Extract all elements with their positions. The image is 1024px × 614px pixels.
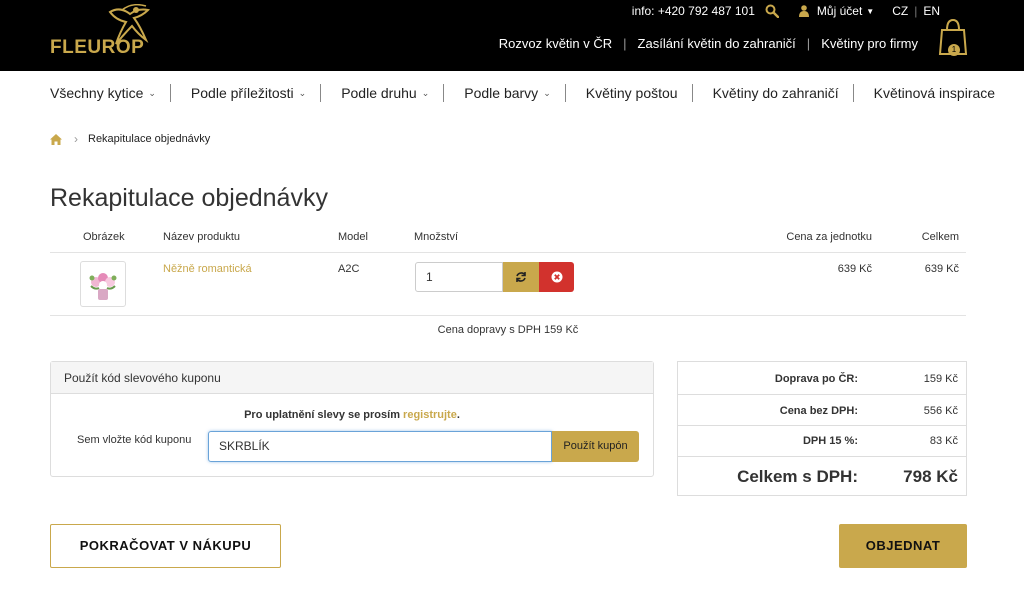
fleurop-logo[interactable]: FLEUROP bbox=[50, 4, 160, 60]
chevron-down-icon: ⌄ bbox=[298, 87, 307, 98]
language-switch: CZ | EN bbox=[892, 4, 940, 18]
nav-divider bbox=[691, 84, 693, 102]
nav-divider bbox=[443, 84, 445, 102]
lang-cz[interactable]: CZ bbox=[892, 4, 908, 18]
continue-shopping-button[interactable]: POKRAČOVAT V NÁKUPU bbox=[50, 524, 281, 568]
nav-label: Květiny poštou bbox=[585, 85, 678, 101]
nav-label: Všechny kytice bbox=[50, 85, 144, 101]
grand-total-label: Celkem s DPH: bbox=[737, 467, 858, 486]
contact-info: info: +420 792 487 101 bbox=[632, 4, 755, 18]
lang-en[interactable]: EN bbox=[923, 4, 940, 18]
search-icon[interactable] bbox=[765, 4, 779, 18]
vat-value: 83 Kč bbox=[929, 435, 958, 447]
nav-by-color[interactable]: Podle barvy ⌄ bbox=[464, 85, 550, 101]
nav-divider bbox=[564, 84, 566, 102]
totals-row-shipping: Doprava po ČR: 159 Kč bbox=[678, 362, 966, 395]
refresh-icon bbox=[516, 272, 526, 282]
home-icon[interactable] bbox=[50, 133, 62, 145]
caret-down-icon: ▼ bbox=[866, 6, 875, 16]
cart-count-badge: 1 bbox=[948, 44, 960, 56]
top-link-abroad[interactable]: Zasílání květin do zahraničí bbox=[638, 36, 796, 51]
lang-divider: | bbox=[914, 4, 918, 18]
top-links: Rozvoz květin v ČR | Zasílání květin do … bbox=[499, 36, 918, 51]
coupon-message-text: Pro uplatnění slevy se prosím bbox=[244, 409, 404, 421]
nav-by-occasion[interactable]: Podle příležitosti ⌄ bbox=[191, 85, 306, 101]
top-link-delivery-cz[interactable]: Rozvoz květin v ČR bbox=[499, 36, 612, 51]
bouquet-image bbox=[89, 273, 117, 300]
nav-label: Podle barvy bbox=[464, 85, 539, 101]
top-link-divider: | bbox=[806, 36, 811, 51]
product-thumbnail[interactable] bbox=[80, 261, 126, 307]
product-model: A2C bbox=[338, 263, 360, 275]
col-image: Obrázek bbox=[83, 231, 125, 243]
nav-flowers-abroad[interactable]: Květiny do zahraničí bbox=[713, 85, 839, 101]
nav-label: Květinová inspirace bbox=[873, 85, 996, 101]
unit-price: 639 Kč bbox=[837, 263, 872, 275]
phone-number[interactable]: +420 792 487 101 bbox=[658, 4, 755, 18]
chevron-down-icon: ⌄ bbox=[421, 87, 430, 98]
cart-table-header: Obrázek Název produktu Model Množství Ce… bbox=[50, 231, 966, 253]
account-menu[interactable]: Můj účet ▼ bbox=[798, 4, 875, 18]
apply-coupon-button[interactable]: Použít kupón bbox=[552, 431, 639, 462]
logo-text: FLEUROP bbox=[50, 37, 145, 58]
account-label: Můj účet bbox=[816, 4, 863, 18]
col-unit-price: Cena za jednotku bbox=[786, 231, 872, 243]
vat-label: DPH 15 %: bbox=[802, 435, 858, 447]
col-total: Celkem bbox=[921, 231, 959, 243]
top-link-companies[interactable]: Květiny pro firmy bbox=[821, 36, 918, 51]
update-quantity-button[interactable] bbox=[503, 262, 539, 292]
order-totals: Doprava po ČR: 159 Kč Cena bez DPH: 556 … bbox=[677, 361, 967, 496]
chevron-down-icon: ⌄ bbox=[148, 87, 156, 98]
breadcrumb-current: Rekapitulace objednávky bbox=[88, 133, 211, 145]
nav-divider bbox=[320, 84, 322, 102]
breadcrumb: › Rekapitulace objednávky bbox=[50, 132, 210, 146]
info-label: info: bbox=[631, 4, 655, 18]
remove-item-button[interactable] bbox=[539, 262, 574, 292]
col-model: Model bbox=[338, 231, 368, 243]
nav-label: Podle druhu bbox=[341, 85, 417, 101]
coupon-panel-title: Použít kód slevového kuponu bbox=[51, 362, 653, 394]
nav-label: Květiny do zahraničí bbox=[712, 85, 839, 101]
cart-button[interactable]: 1 bbox=[938, 18, 968, 58]
totals-row-net: Cena bez DPH: 556 Kč bbox=[678, 395, 966, 426]
product-name-link[interactable]: Něžně romantická bbox=[163, 263, 252, 275]
net-label: Cena bez DPH: bbox=[779, 405, 858, 417]
coupon-message: Pro uplatnění slevy se prosím registrujt… bbox=[51, 409, 653, 421]
nav-by-type[interactable]: Podle druhu ⌄ bbox=[341, 85, 429, 101]
totals-row-vat: DPH 15 %: 83 Kč bbox=[678, 426, 966, 457]
shipping-value: 159 Kč bbox=[923, 373, 958, 385]
coupon-code-input[interactable]: SKRBLÍK bbox=[208, 431, 552, 462]
nav-divider bbox=[169, 84, 171, 102]
coupon-message-end: . bbox=[456, 409, 460, 421]
col-name: Název produktu bbox=[163, 231, 241, 243]
place-order-button[interactable]: OBJEDNAT bbox=[839, 524, 967, 568]
chevron-down-icon: ⌄ bbox=[543, 87, 551, 98]
quantity-input[interactable]: 1 bbox=[415, 262, 503, 292]
grand-total-value: 798 Kč bbox=[903, 467, 958, 486]
net-value: 556 Kč bbox=[923, 405, 958, 417]
top-link-divider: | bbox=[623, 36, 627, 51]
coupon-panel: Použít kód slevového kuponu Pro uplatněn… bbox=[50, 361, 654, 477]
totals-row-grand: Celkem s DPH: 798 Kč bbox=[678, 457, 966, 495]
coupon-label: Sem vložte kód kuponu bbox=[77, 434, 192, 446]
breadcrumb-separator: › bbox=[74, 132, 78, 146]
top-utilities: info: +420 792 487 101 Můj účet ▼ CZ | EN bbox=[632, 3, 940, 19]
register-link[interactable]: registrujte bbox=[403, 409, 457, 421]
main-navigation: Všechny kytice ⌄ Podle příležitosti ⌄ Podl… bbox=[50, 83, 995, 103]
table-row: Něžně romantická A2C 1 639 Kč 639 Kč bbox=[50, 254, 966, 316]
close-circle-icon bbox=[551, 271, 562, 283]
nav-divider bbox=[852, 84, 854, 102]
page-title: Rekapitulace objednávky bbox=[50, 184, 328, 212]
nav-label: Podle příležitosti bbox=[190, 85, 294, 101]
nav-inspiration[interactable]: Květinová inspirace bbox=[874, 85, 995, 101]
top-bar: FLEUROP info: +420 792 487 101 Můj účet … bbox=[0, 0, 1024, 71]
shipping-label: Doprava po ČR: bbox=[774, 373, 858, 385]
nav-flowers-by-post[interactable]: Květiny poštou bbox=[586, 85, 678, 101]
user-icon bbox=[798, 5, 809, 17]
nav-all-bouquets[interactable]: Všechny kytice ⌄ bbox=[50, 85, 156, 101]
row-total: 639 Kč bbox=[924, 263, 959, 275]
col-qty: Množství bbox=[414, 231, 459, 243]
shipping-note: Cena dopravy s DPH 159 Kč bbox=[437, 324, 579, 336]
